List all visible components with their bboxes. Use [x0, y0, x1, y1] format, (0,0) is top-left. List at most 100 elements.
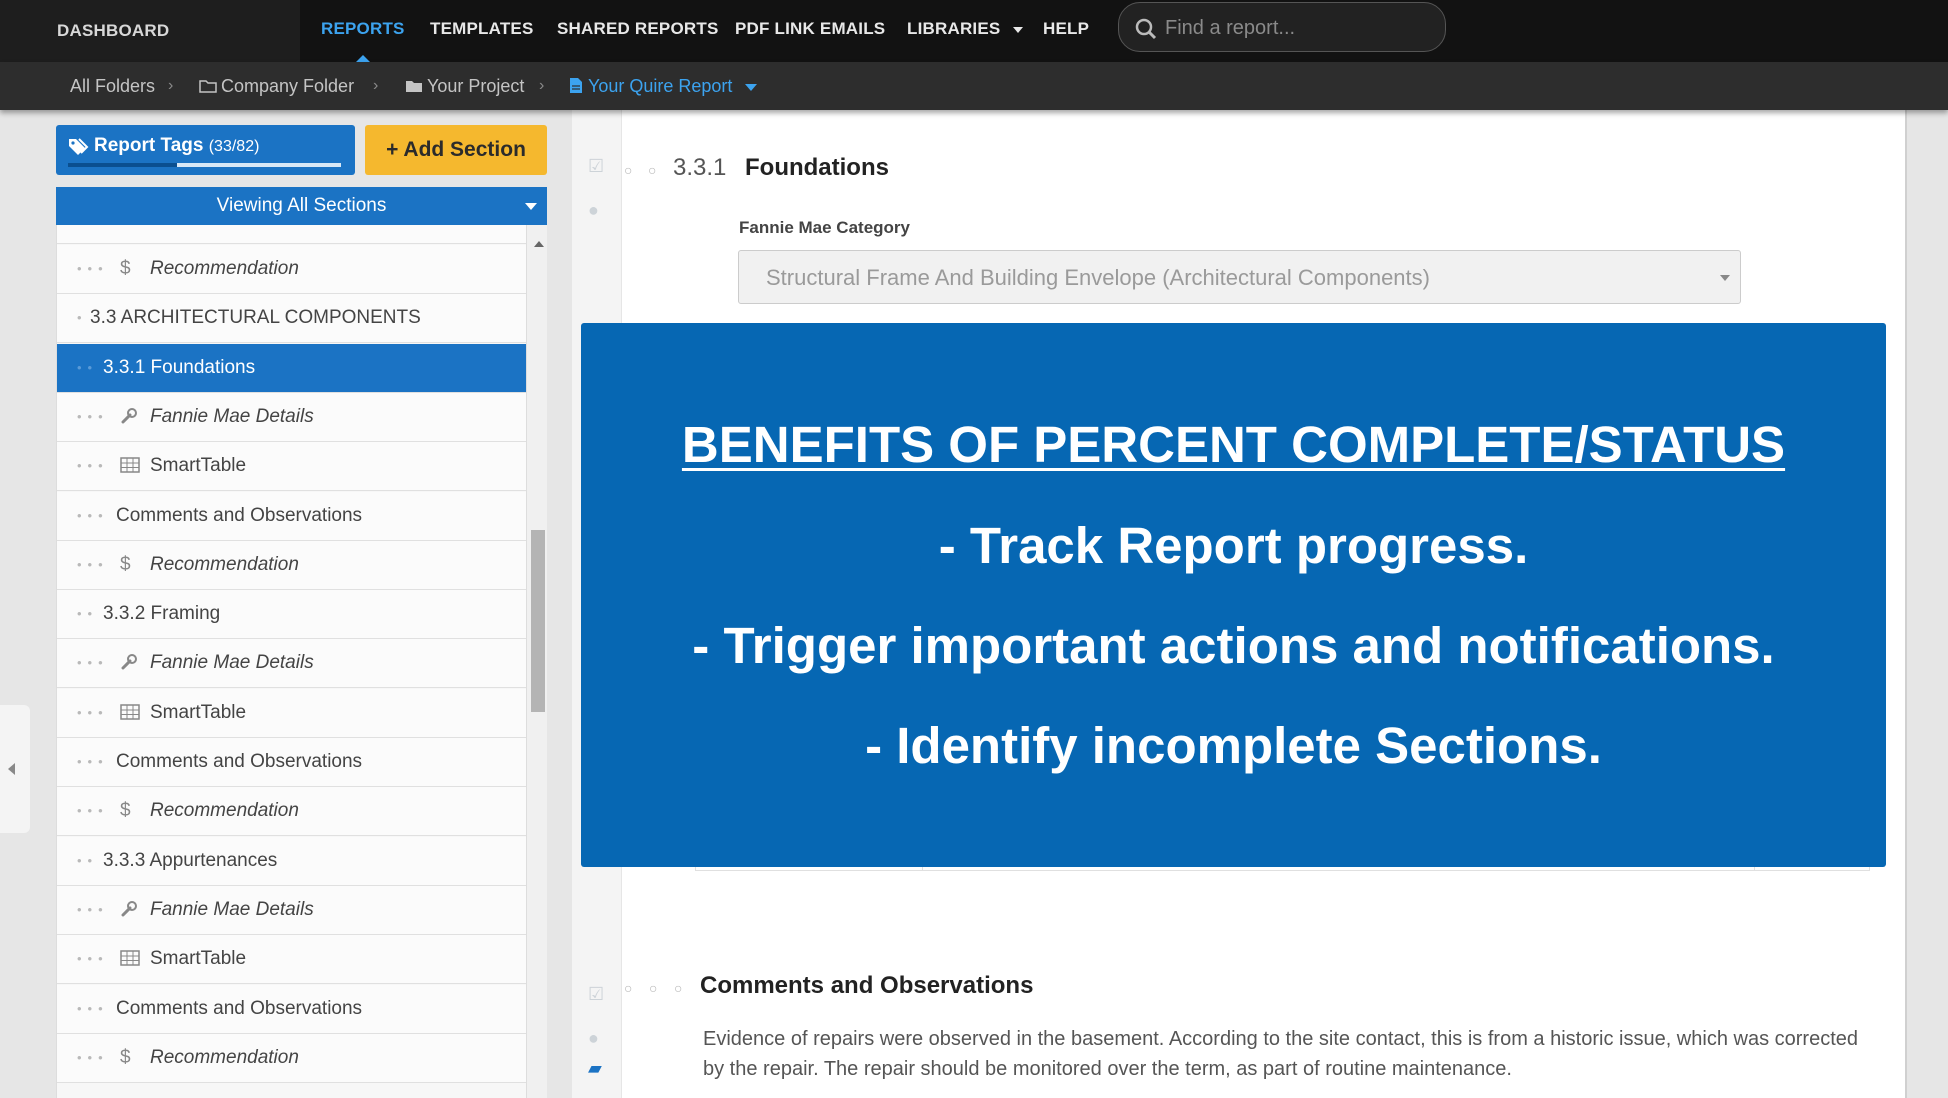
- table-border: [695, 870, 1870, 871]
- tree-row[interactable]: ••• Fannie Mae Details: [57, 392, 526, 442]
- tree-row[interactable]: • 3.3 ARCHITECTURAL COMPONENTS: [57, 294, 526, 344]
- drag-handle[interactable]: •••: [77, 1034, 109, 1082]
- document-icon: [570, 78, 582, 93]
- scroll-thumb[interactable]: [531, 530, 545, 712]
- add-section-button[interactable]: + Add Section: [365, 125, 547, 175]
- breadcrumb-report[interactable]: Your Quire Report: [569, 62, 758, 110]
- tree-row[interactable]: ••• SmartTable: [57, 688, 526, 738]
- select-value: Structural Frame And Building Envelope (…: [766, 265, 1430, 290]
- drag-handle[interactable]: •••: [77, 639, 109, 687]
- tree-row-label: Fannie Mae Details: [150, 898, 314, 920]
- drag-handle[interactable]: •••: [77, 492, 109, 540]
- collapse-panel-tab[interactable]: [0, 705, 30, 833]
- search-icon: [1135, 18, 1157, 40]
- breadcrumb-label: Your Project: [427, 76, 525, 96]
- status-circle[interactable]: ○: [649, 980, 657, 996]
- tags-progress-fill: [68, 163, 178, 167]
- drag-handle[interactable]: •••: [77, 689, 109, 737]
- tree-row[interactable]: ••• Comments and Observations: [57, 491, 526, 541]
- tree-row-label: Recommendation: [150, 553, 299, 575]
- tree-scrollbar[interactable]: [526, 225, 547, 1098]
- comment-icon[interactable]: ●: [588, 1028, 599, 1049]
- dollar-icon: $: [120, 800, 131, 822]
- right-margin: [1907, 110, 1948, 1098]
- tree-row[interactable]: ••• $ Recommendation: [57, 1033, 526, 1083]
- status-circle[interactable]: ○: [648, 162, 656, 178]
- wrench-icon: [120, 393, 138, 441]
- report-tags-button[interactable]: Report Tags (33/82): [56, 125, 355, 175]
- chevron-down-icon: [1013, 26, 1024, 33]
- drag-handle[interactable]: •••: [77, 225, 109, 243]
- book-icon[interactable]: ▰: [588, 1058, 602, 1079]
- report-tags-count: (33/82): [208, 138, 260, 155]
- breadcrumb-all-folders[interactable]: All Folders: [70, 62, 155, 110]
- tree-row[interactable]: •• 3.3.3 Appurtenances: [57, 836, 526, 886]
- tree-row[interactable]: ••• Comments and Observations: [57, 738, 526, 787]
- drag-handle[interactable]: •••: [77, 787, 109, 835]
- tree-row[interactable]: ••• $ Recommendation: [57, 787, 526, 837]
- tree-row-label: Recommendation: [150, 800, 299, 822]
- search-input[interactable]: [1165, 15, 1425, 41]
- tree-row[interactable]: ••• SmartTable: [57, 442, 526, 492]
- breadcrumb-company-folder[interactable]: Company Folder: [199, 62, 354, 110]
- drag-handle[interactable]: ••: [77, 837, 98, 885]
- nav-shared-reports[interactable]: SHARED REPORTS: [557, 0, 719, 62]
- drag-handle[interactable]: •••: [77, 886, 109, 934]
- drag-handle[interactable]: •••: [77, 935, 109, 983]
- section-tree: ••• Comments and Observations •••$Recomm…: [56, 225, 547, 1098]
- nav-reports-label: REPORTS: [321, 19, 405, 38]
- tree-row[interactable]: •• 3.3.2 Framing: [57, 590, 526, 640]
- nav-pdf-link-emails[interactable]: PDF LINK EMAILS: [735, 0, 885, 62]
- status-circle[interactable]: ○: [674, 980, 682, 996]
- viewing-label: Viewing All Sections: [216, 195, 387, 216]
- nav-libraries[interactable]: LIBRARIES: [907, 0, 1024, 62]
- caret-down-icon: [1720, 275, 1730, 281]
- benefits-overlay: BENEFITS OF PERCENT COMPLETE/STATUS - Tr…: [581, 323, 1886, 867]
- table-icon: [120, 442, 140, 490]
- tree-row[interactable]: ••• SmartTable: [57, 935, 526, 985]
- folder-icon: [406, 81, 422, 92]
- caret-down-icon: [525, 203, 537, 210]
- viewing-sections-dropdown[interactable]: Viewing All Sections: [56, 187, 547, 225]
- drag-handle[interactable]: ••: [77, 344, 98, 392]
- drag-handle[interactable]: •••: [77, 738, 109, 786]
- status-circle[interactable]: ○: [624, 980, 632, 996]
- tree-row[interactable]: ••• Fannie Mae Details: [57, 885, 526, 935]
- wrench-icon: [120, 886, 138, 934]
- tree-row[interactable]: ••• Comments and Observations: [57, 225, 526, 244]
- tree-row-label: Fannie Mae Details: [150, 652, 314, 674]
- active-indicator: [355, 55, 370, 62]
- report-tags-label: Report Tags (33/82): [94, 135, 260, 156]
- breadcrumb: All Folders › Company Folder › Your Proj…: [0, 62, 1948, 110]
- tree-row-label: SmartTable: [150, 948, 247, 970]
- drag-handle[interactable]: •••: [77, 245, 109, 293]
- nav-templates[interactable]: TEMPLATES: [430, 0, 534, 62]
- dollar-icon: $: [120, 258, 131, 279]
- search-box[interactable]: [1118, 2, 1446, 52]
- status-circle[interactable]: ○: [624, 162, 632, 178]
- comments-text[interactable]: Evidence of repairs were observed in the…: [703, 1024, 1863, 1084]
- breadcrumb-your-project[interactable]: Your Project: [405, 62, 524, 110]
- scroll-up-arrow[interactable]: [534, 241, 544, 247]
- drag-handle[interactable]: •: [77, 294, 88, 342]
- tags-icon: [69, 138, 89, 155]
- tree-row[interactable]: ••• Comments and Observations: [57, 984, 526, 1034]
- tags-progress-bar: [68, 163, 341, 167]
- checkbox-icon[interactable]: ☑: [588, 156, 604, 177]
- nav-help[interactable]: HELP: [1043, 0, 1089, 62]
- comment-icon[interactable]: ●: [588, 200, 599, 221]
- fannie-mae-category-select[interactable]: Structural Frame And Building Envelope (…: [738, 250, 1741, 304]
- drag-handle[interactable]: •••: [77, 442, 109, 490]
- tree-row[interactable]: ••• Fannie Mae Details: [57, 639, 526, 689]
- drag-handle[interactable]: •••: [77, 393, 109, 441]
- nav-reports[interactable]: REPORTS: [321, 0, 405, 62]
- tree-row[interactable]: •• 3.3.1 Foundations: [57, 343, 526, 393]
- checkbox-icon[interactable]: ☑: [588, 984, 604, 1005]
- nav-dashboard[interactable]: DASHBOARD: [0, 0, 300, 62]
- tree-row-label: Comments and Observations: [116, 504, 363, 526]
- drag-handle[interactable]: •••: [77, 985, 109, 1033]
- drag-handle[interactable]: •••: [77, 541, 109, 589]
- drag-handle[interactable]: ••: [77, 590, 98, 638]
- tree-row[interactable]: ••• $ Recommendation: [57, 245, 526, 294]
- tree-row[interactable]: ••• $ Recommendation: [57, 540, 526, 590]
